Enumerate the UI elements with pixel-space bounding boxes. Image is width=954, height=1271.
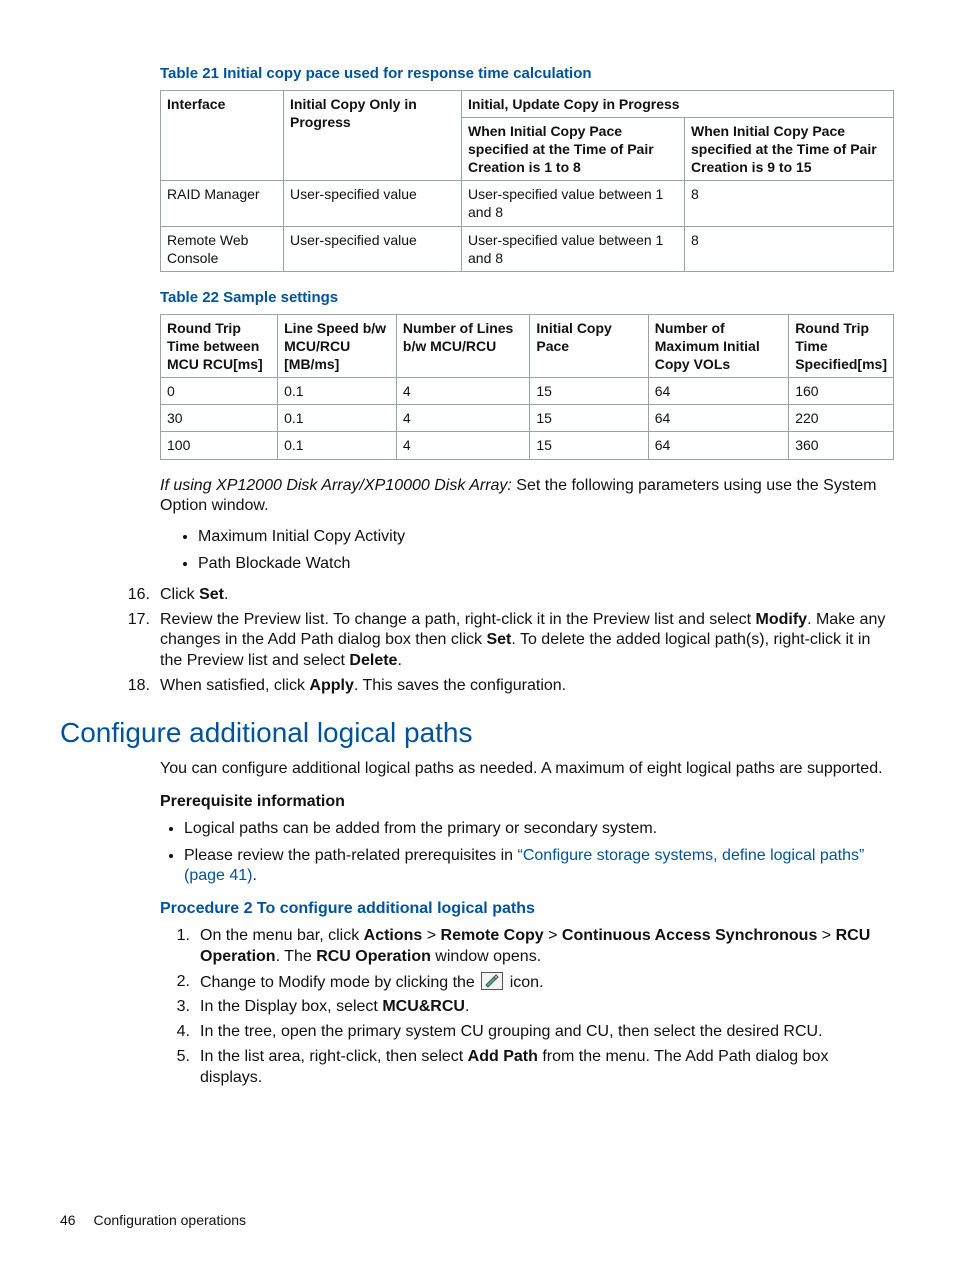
table22: Round Trip Time between MCU RCU[ms] Line… [160,314,894,460]
section-heading: Configure additional logical paths [60,715,894,751]
list-item: Path Blockade Watch [198,554,894,575]
proc-step-4: 4. In the tree, open the primary system … [160,1022,894,1043]
list-item: Logical paths can be added from the prim… [184,819,894,840]
step-18: 18. When satisfied, click Apply. This sa… [120,676,894,697]
t21-h-only: Initial Copy Only in Progress [284,90,462,181]
step-16: 16. Click Set. [120,585,894,606]
table-row: 100 0.1 4 15 64 360 [161,432,894,459]
table21: Interface Initial Copy Only in Progress … [160,90,894,273]
proc-step-5-text: In the list area, right-click, then sele… [200,1047,894,1089]
table-row: 0 0.1 4 15 64 160 [161,378,894,405]
table21-caption: Table 21 Initial copy pace used for resp… [160,64,894,84]
proc-step-3-text: In the Display box, select MCU&RCU. [200,997,894,1018]
proc-step-4-text: In the tree, open the primary system CU … [200,1022,894,1043]
prereq-heading: Prerequisite information [160,792,894,813]
proc-step-2-text: Change to Modify mode by clicking the ic… [200,972,894,994]
t21-h-both: Initial, Update Copy in Progress [462,90,894,117]
table-row: 30 0.1 4 15 64 220 [161,405,894,432]
proc-step-2: 2. Change to Modify mode by clicking the… [160,972,894,994]
table-row: RAID Manager User-specified value User-s… [161,181,894,226]
step-17: 17. Review the Preview list. To change a… [120,610,894,672]
table22-caption: Table 22 Sample settings [160,288,894,308]
t22-h2: Number of Lines b/w MCU/RCU [396,314,529,378]
footer-section: Configuration operations [93,1212,246,1228]
list-item: Please review the path-related prerequis… [184,846,894,888]
t22-h4: Number of Maximum Initial Copy VOLs [648,314,788,378]
t22-h5: Round Trip Time Specified[ms] [789,314,894,378]
t21-h-subb: When Initial Copy Pace specified at the … [685,117,894,181]
list-item: Maximum Initial Copy Activity [198,527,894,548]
t21-h-suba: When Initial Copy Pace specified at the … [462,117,685,181]
proc-step-1-text: On the menu bar, click Actions > Remote … [200,926,894,968]
procedure-heading: Procedure 2 To configure additional logi… [160,899,894,920]
proc-step-3: 3. In the Display box, select MCU&RCU. [160,997,894,1018]
modify-icon [481,972,503,990]
page-footer: 46 Configuration operations [60,1211,246,1229]
para-xp-disk: If using XP12000 Disk Array/XP10000 Disk… [160,476,894,518]
page-number: 46 [60,1212,76,1228]
proc-step-5: 5. In the list area, right-click, then s… [160,1047,894,1089]
t21-h-interface: Interface [161,90,284,181]
table-row: Remote Web Console User-specified value … [161,226,894,271]
t22-h3: Initial Copy Pace [530,314,648,378]
t22-h1: Line Speed b/w MCU/RCU [MB/ms] [278,314,397,378]
section-intro: You can configure additional logical pat… [160,759,894,780]
t22-h0: Round Trip Time between MCU RCU[ms] [161,314,278,378]
proc-step-1: 1. On the menu bar, click Actions > Remo… [160,926,894,968]
